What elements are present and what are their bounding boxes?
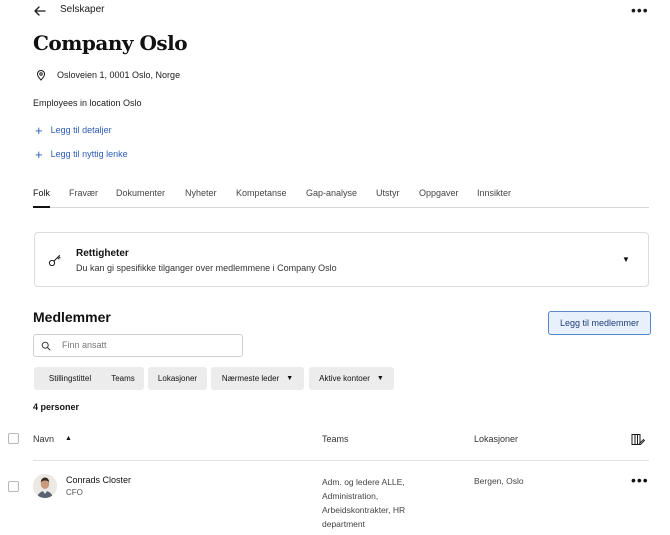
filter-teams[interactable]: Teams <box>102 367 144 390</box>
filter-label: Nærmeste leder <box>221 374 280 383</box>
breadcrumb[interactable]: Selskaper <box>60 4 104 15</box>
more-horizontal-icon[interactable]: ••• <box>631 472 649 488</box>
tab-nyheter[interactable]: Nyheter <box>185 188 217 198</box>
location-description: Employees in location Oslo <box>33 98 142 108</box>
chevron-down-icon: ▼ <box>286 375 294 382</box>
filter-lokasjoner[interactable]: Lokasjoner <box>148 367 207 390</box>
chevron-down-icon: ▼ <box>376 375 384 382</box>
filter-naermeste-leder[interactable]: Nærmeste leder ▼ <box>211 367 304 390</box>
sort-ascending-icon[interactable]: ▲ <box>65 435 72 442</box>
chevron-down-icon[interactable]: ▼ <box>622 255 630 264</box>
tab-folk[interactable]: Folk <box>33 188 50 198</box>
column-header-locations: Lokasjoner <box>474 434 519 444</box>
address-text: Osloveien 1, 0001 Oslo, Norge <box>57 70 181 80</box>
rights-subtitle: Du kan gi spesifikke tilganger over medl… <box>76 263 337 273</box>
add-details-link[interactable]: + Legg til detaljer <box>35 122 112 138</box>
tab-kompetanse[interactable]: Kompetanse <box>236 188 287 198</box>
plus-icon: + <box>35 122 43 138</box>
filter-stillingstittel[interactable]: Stillingstittel <box>34 367 106 390</box>
tab-dokumenter[interactable]: Dokumenter <box>116 188 165 198</box>
section-title: Medlemmer <box>33 309 111 325</box>
rights-title: Rettigheter <box>76 248 129 259</box>
teams-cell: Adm. og ledere ALLE, Administration, Arb… <box>322 477 406 529</box>
plus-icon: + <box>35 146 43 162</box>
search-placeholder: Finn ansatt <box>62 340 107 350</box>
person-name[interactable]: Conrads Closter <box>66 475 131 485</box>
location-pin-icon <box>36 70 46 81</box>
add-useful-link-label: Legg til nyttig lenke <box>50 149 128 159</box>
rights-card[interactable] <box>34 232 649 287</box>
member-count: 4 personer <box>33 402 80 412</box>
add-useful-link[interactable]: + Legg til nyttig lenke <box>35 146 128 162</box>
tab-fravaer[interactable]: Fravær <box>69 188 98 198</box>
add-members-button[interactable]: Legg til medlemmer <box>548 311 651 335</box>
avatar-image <box>33 474 57 498</box>
tab-utstyr[interactable]: Utstyr <box>376 188 400 198</box>
filter-label: Aktive kontoer <box>319 374 370 383</box>
key-icon <box>48 255 61 267</box>
table-divider <box>33 460 649 461</box>
search-icon <box>41 341 51 351</box>
tab-innsikter[interactable]: Innsikter <box>477 188 511 198</box>
filter-label: Lokasjoner <box>157 374 198 383</box>
arrow-left-icon[interactable] <box>33 4 47 18</box>
active-tab-indicator <box>33 206 50 208</box>
locations-cell: Bergen, Oslo <box>474 476 524 486</box>
filter-label: Stillingstittel <box>48 374 92 383</box>
column-header-name[interactable]: Navn <box>33 434 54 444</box>
add-details-label: Legg til detaljer <box>50 125 112 135</box>
column-header-teams: Teams <box>322 434 349 444</box>
person-role: CFO <box>66 488 83 497</box>
filter-label: Teams <box>111 374 135 383</box>
page-title: Company Oslo <box>33 31 188 55</box>
select-all-checkbox[interactable] <box>8 433 19 444</box>
edit-columns-icon[interactable] <box>631 433 645 446</box>
tab-gap-analyse[interactable]: Gap-analyse <box>306 188 357 198</box>
tab-oppgaver[interactable]: Oppgaver <box>419 188 459 198</box>
filter-aktive-kontoer[interactable]: Aktive kontoer ▼ <box>309 367 394 390</box>
row-checkbox[interactable] <box>8 481 19 492</box>
tab-bar: Folk Fravær Dokumenter Nyheter Kompetans… <box>33 188 649 208</box>
more-horizontal-icon[interactable]: ••• <box>631 2 649 18</box>
avatar[interactable] <box>33 474 57 498</box>
